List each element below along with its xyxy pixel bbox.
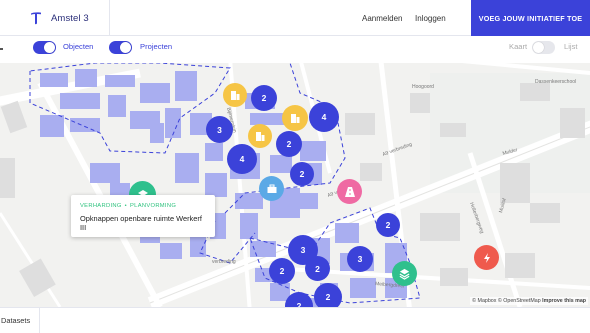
building-icon[interactable] [282, 105, 308, 131]
filter-toolbar: Objecten Projecten Kaart Lijst [0, 36, 590, 63]
building-icon[interactable] [248, 124, 272, 148]
cluster-marker[interactable]: 3 [206, 116, 233, 143]
view-toggle[interactable] [532, 41, 555, 54]
projects-label: Projecten [140, 42, 173, 51]
signup-link[interactable]: Aanmelden [362, 0, 402, 36]
building-glyph [256, 132, 265, 141]
cluster-marker[interactable]: 4 [309, 102, 339, 132]
bolt-icon[interactable] [474, 245, 499, 270]
layers-icon[interactable] [392, 261, 417, 286]
road-glyph [344, 186, 355, 197]
map-base: Hoogoord A9 verbreding A9 verbreding Das… [0, 63, 590, 307]
site-name: Amstel 3 [51, 12, 89, 24]
tag-separator: • [124, 203, 127, 209]
briefcase-icon[interactable] [259, 176, 284, 201]
building-icon[interactable] [223, 83, 247, 107]
cluster-marker[interactable]: 4 [227, 144, 257, 174]
layers-glyph [399, 268, 410, 280]
projects-toggle[interactable] [109, 41, 132, 54]
popup-tags: VERHARDING • PLANVORMING [80, 203, 206, 209]
cluster-marker[interactable]: 3 [347, 246, 373, 272]
cluster-marker[interactable]: 2 [305, 256, 330, 281]
datasets-tab[interactable]: Datasets [0, 308, 40, 333]
objects-toggle[interactable] [33, 41, 56, 54]
map-attribution: © Mapbox © OpenStreetMap Improve this ma… [470, 297, 588, 305]
mapbox-link[interactable]: © Mapbox [472, 298, 496, 304]
view-toggle-knob [533, 42, 544, 53]
popup-tag: VERHARDING [80, 203, 122, 209]
header: Amstel 3 Aanmelden Inloggen VOEG JOUW IN… [0, 0, 590, 36]
map-view-label[interactable]: Kaart [509, 42, 527, 51]
map[interactable]: Hoogoord A9 verbreding A9 verbreding Das… [0, 63, 590, 307]
popup-tag: PLANVORMING [130, 203, 177, 209]
cluster-marker[interactable]: 2 [251, 85, 277, 111]
road-icon[interactable] [337, 179, 362, 204]
street-label: Muiltof [498, 197, 508, 213]
street-label: Holterbergweg [468, 202, 485, 235]
cluster-marker[interactable]: 2 [376, 213, 400, 237]
login-link[interactable]: Inloggen [415, 0, 446, 36]
building-glyph [291, 114, 300, 123]
street-label: verbreding [212, 259, 236, 265]
edge-divider [0, 48, 3, 50]
street-label: Hoogoord [412, 84, 434, 90]
project-popup[interactable]: VERHARDING • PLANVORMING Opknappen openbar… [71, 195, 215, 237]
cluster-marker[interactable]: 2 [290, 162, 314, 186]
logo-mark-icon [31, 12, 41, 25]
improve-map-link[interactable]: Improve this map [542, 298, 586, 304]
bottom-bar: Datasets [0, 307, 590, 333]
objects-label: Objecten [63, 42, 94, 51]
popup-title[interactable]: Opknappen openbare ruimte Werkerf III [80, 214, 206, 232]
projects-toggle-knob [120, 42, 131, 53]
cluster-marker[interactable]: 2 [314, 283, 342, 307]
bolt-glyph [483, 252, 490, 263]
add-initiative-button[interactable]: VOEG JOUW INITIATIEF TOE [471, 0, 590, 36]
cluster-marker[interactable]: 2 [276, 131, 302, 157]
building-glyph [231, 91, 240, 100]
logo[interactable]: Amstel 3 [0, 0, 110, 36]
cluster-marker[interactable]: 2 [269, 258, 295, 284]
street-label: A9 verbreding [382, 142, 414, 158]
street-label: Dassenkeerschool [535, 79, 576, 85]
osm-link[interactable]: © OpenStreetMap [498, 298, 541, 304]
objects-toggle-knob [44, 42, 55, 53]
list-view-label[interactable]: Lijst [564, 42, 578, 51]
briefcase-glyph [267, 184, 276, 193]
